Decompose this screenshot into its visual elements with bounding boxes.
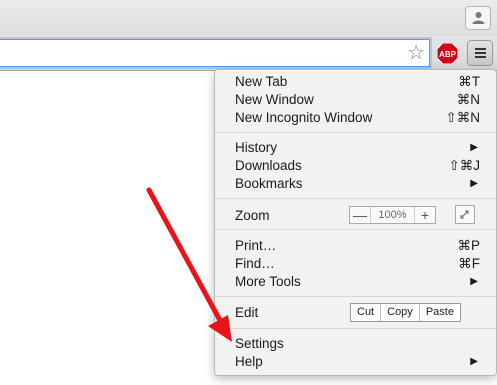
annotation-arrow-icon — [146, 187, 232, 342]
